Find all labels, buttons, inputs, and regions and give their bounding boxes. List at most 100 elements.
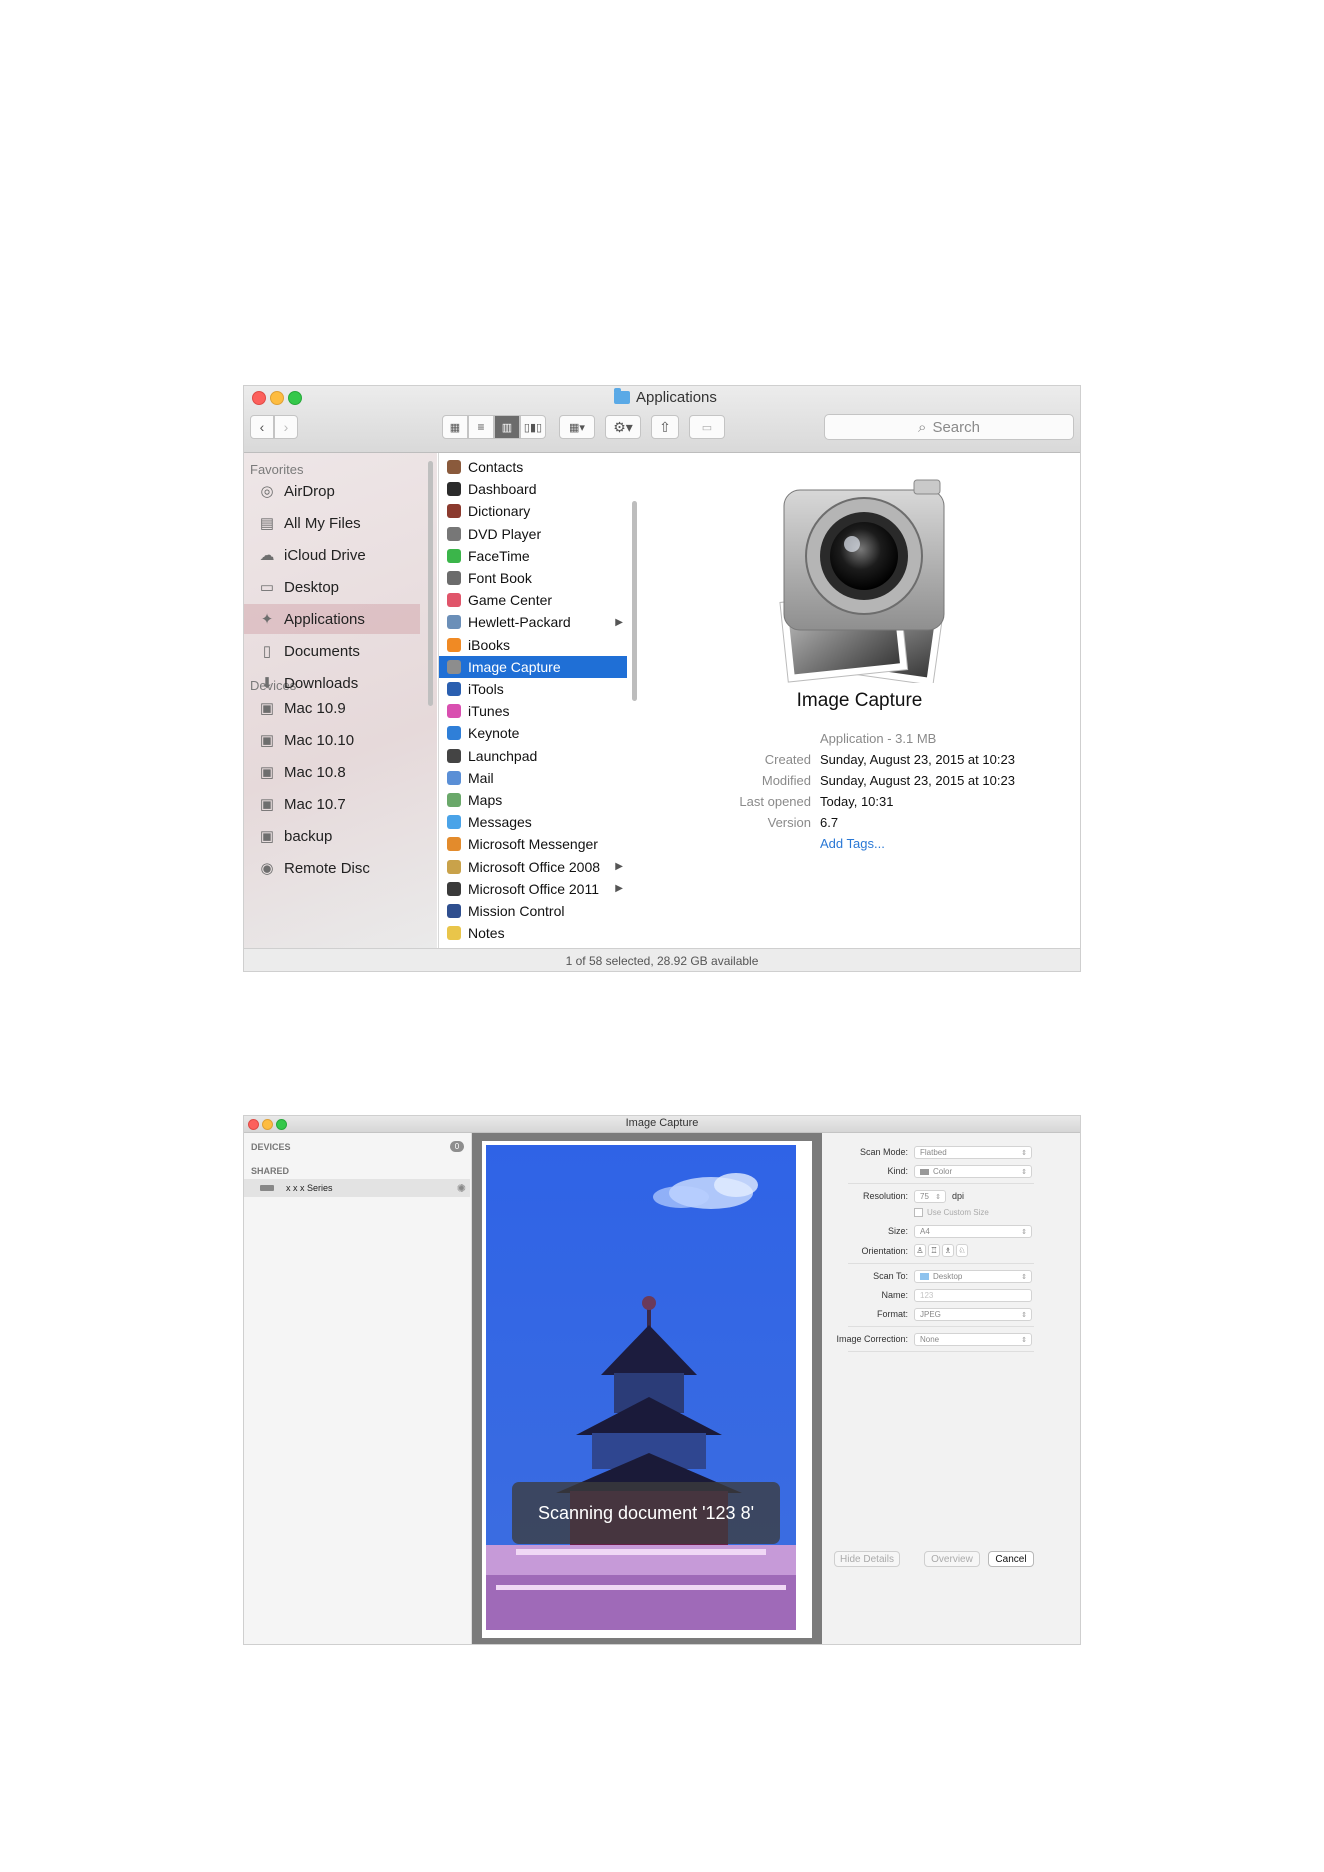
- icon-view-button[interactable]: ▦: [442, 415, 468, 439]
- applications-column: Contacts Dashboard Dictionary DVD Player Fac…: [438, 453, 640, 948]
- sidebar-item-label: Downloads: [284, 674, 359, 692]
- app-icon: [447, 881, 461, 896]
- sidebar-item-all-my-files[interactable]: ▤ All My Files: [244, 508, 420, 538]
- sidebar-item-desktop[interactable]: ▭ Desktop: [244, 572, 420, 602]
- scan-selection-rectangle[interactable]: [484, 1143, 798, 1632]
- search-field[interactable]: ⌕ Search: [824, 414, 1074, 440]
- app-item-microsoft-office-2011[interactable]: Microsoft Office 2011 ▶: [439, 878, 627, 900]
- app-item-contacts[interactable]: Contacts: [439, 456, 627, 478]
- share-button[interactable]: ⇧: [651, 415, 679, 439]
- sidebar-item-applications[interactable]: ✦ Applications: [244, 604, 420, 634]
- minimize-button[interactable]: [270, 391, 284, 405]
- window-title: Applications: [614, 388, 717, 406]
- sidebar-device-mac-10-9[interactable]: ▣ Mac 10.9: [244, 693, 420, 723]
- sidebar-item-documents[interactable]: ▯ Documents: [244, 636, 420, 666]
- column-view-button[interactable]: ▥: [494, 415, 520, 439]
- cancel-button[interactable]: Cancel: [988, 1551, 1034, 1567]
- overview-button[interactable]: Overview: [924, 1551, 980, 1567]
- format-select[interactable]: JPEG ⇕: [914, 1308, 1032, 1321]
- favorites-header: Favorites: [250, 462, 304, 477]
- app-item-game-center[interactable]: Game Center: [439, 589, 627, 611]
- cover-flow-button[interactable]: ▯▮▯: [520, 415, 546, 439]
- back-button[interactable]: ‹: [250, 415, 274, 439]
- size-select[interactable]: A4 ⇕: [914, 1225, 1032, 1238]
- kind-select[interactable]: Color ⇕: [914, 1165, 1032, 1178]
- disclosure-arrow-icon: ▶: [615, 616, 623, 628]
- app-item-messages[interactable]: Messages: [439, 811, 627, 833]
- app-item-launchpad[interactable]: Launchpad: [439, 745, 627, 767]
- sidebar-item-label: AirDrop: [284, 482, 335, 500]
- app-item-dvd-player[interactable]: DVD Player: [439, 523, 627, 545]
- rotate-left-icon[interactable]: ♖: [928, 1244, 940, 1257]
- sidebar-item-icloud-drive[interactable]: ☁ iCloud Drive: [244, 540, 420, 570]
- image-correction-select[interactable]: None ⇕: [914, 1333, 1032, 1346]
- sidebar-device-backup[interactable]: ▣ backup: [244, 821, 420, 851]
- folder-icon: [920, 1273, 929, 1280]
- disclosure-arrow-icon: ▶: [615, 883, 623, 895]
- sidebar-device-remote-disc[interactable]: ◉ Remote Disc: [244, 853, 420, 883]
- column-scrollbar[interactable]: [632, 501, 637, 701]
- arrange-icon: ▦▾: [569, 421, 585, 434]
- app-item-mission-control[interactable]: Mission Control: [439, 900, 627, 922]
- app-icon: [447, 704, 461, 719]
- desktop-icon: ▭: [259, 579, 275, 596]
- app-item-label: Mission Control: [468, 903, 565, 919]
- app-item-ibooks[interactable]: iBooks: [439, 634, 627, 656]
- devices-sidebar: DEVICES 0 SHARED x x x Series ✺: [244, 1133, 472, 1644]
- sidebar-device-mac-10-8[interactable]: ▣ Mac 10.8: [244, 757, 420, 787]
- app-item-keynote[interactable]: Keynote: [439, 722, 627, 744]
- app-item-dashboard[interactable]: Dashboard: [439, 478, 627, 500]
- checkbox-icon: [914, 1208, 923, 1217]
- scan-mode-select[interactable]: Flatbed ⇕: [914, 1146, 1032, 1159]
- sidebar-scrollbar[interactable]: [428, 461, 433, 706]
- app-item-facetime[interactable]: FaceTime: [439, 545, 627, 567]
- zoom-button[interactable]: [288, 391, 302, 405]
- portrait-icon[interactable]: ♙: [914, 1244, 926, 1257]
- view-mode-control: ▦ ≡ ▥ ▯▮▯: [442, 415, 546, 439]
- modified-label: Modified: [761, 773, 811, 788]
- sidebar-item-label: Mac 10.10: [284, 731, 355, 749]
- close-button[interactable]: [252, 391, 266, 405]
- rotate-right-icon[interactable]: ♘: [956, 1244, 968, 1257]
- app-item-microsoft-messenger[interactable]: Microsoft Messenger: [439, 833, 627, 855]
- app-item-font-book[interactable]: Font Book: [439, 567, 627, 589]
- app-item-notes[interactable]: Notes: [439, 922, 627, 944]
- resolution-field[interactable]: 75 ⇕: [914, 1190, 946, 1203]
- created-value: Sunday, August 23, 2015 at 10:23: [820, 752, 1015, 767]
- upside-down-icon[interactable]: ♗: [942, 1244, 954, 1257]
- app-item-dictionary[interactable]: Dictionary: [439, 500, 627, 522]
- app-item-itools[interactable]: iTools: [439, 678, 627, 700]
- arrange-button[interactable]: ▦▾: [559, 415, 595, 439]
- app-item-label: Font Book: [468, 570, 532, 586]
- add-tags-link[interactable]: Add Tags...: [820, 836, 885, 851]
- app-icon: [447, 815, 461, 830]
- scanner-device-name: x x x Series: [286, 1183, 333, 1193]
- app-icon: [447, 526, 461, 541]
- sidebar-item-label: All My Files: [284, 514, 361, 532]
- sidebar-device-mac-10-10[interactable]: ▣ Mac 10.10: [244, 725, 420, 755]
- app-item-label: Keynote: [468, 725, 520, 742]
- sidebar-item-airdrop[interactable]: ◎ AirDrop: [244, 476, 420, 506]
- last-opened-label: Last opened: [739, 794, 811, 809]
- scan-to-select[interactable]: Desktop ⇕: [914, 1270, 1032, 1283]
- app-icon: [447, 460, 461, 474]
- name-input[interactable]: 123: [914, 1289, 1032, 1302]
- hide-details-button[interactable]: Hide Details: [834, 1551, 900, 1567]
- custom-size-checkbox[interactable]: Use Custom Size: [914, 1208, 989, 1217]
- list-view-button[interactable]: ≡: [468, 415, 494, 439]
- app-item-label: Microsoft Office 2011: [468, 880, 599, 897]
- app-item-mail[interactable]: Mail: [439, 767, 627, 789]
- chevron-right-icon: ›: [283, 419, 289, 435]
- list-icon: ≡: [477, 420, 485, 434]
- app-item-itunes[interactable]: iTunes: [439, 700, 627, 722]
- app-item-image-capture[interactable]: Image Capture: [439, 655, 627, 678]
- forward-button[interactable]: ›: [274, 415, 298, 439]
- sidebar-item-label: iCloud Drive: [284, 546, 366, 564]
- app-item-maps[interactable]: Maps: [439, 789, 627, 811]
- app-item-hewlett-packard[interactable]: Hewlett-Packard ▶: [439, 611, 627, 633]
- action-button[interactable]: ⚙▾: [605, 415, 641, 439]
- app-item-microsoft-office-2008[interactable]: Microsoft Office 2008 ▶: [439, 856, 627, 878]
- tags-button[interactable]: ▭: [689, 415, 725, 439]
- sidebar-device-mac-10-7[interactable]: ▣ Mac 10.7: [244, 789, 420, 819]
- scanner-device-row[interactable]: x x x Series ✺: [244, 1179, 470, 1197]
